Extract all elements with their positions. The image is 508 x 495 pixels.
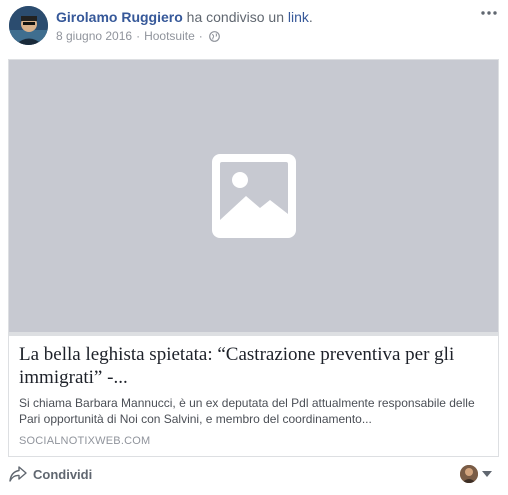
more-options-icon[interactable]: [480, 6, 498, 20]
meta-separator-2: ·: [198, 29, 203, 43]
author-avatar[interactable]: [9, 6, 48, 45]
post-meta: 8 giugno 2016 · Hootsuite ·: [56, 29, 220, 43]
link-preview[interactable]: La bella leghista spietata: “Castrazione…: [8, 59, 499, 457]
preview-image[interactable]: [9, 60, 498, 332]
share-label: Condividi: [33, 466, 93, 482]
preview-description: Si chiama Barbara Mannucci, è un ex depu…: [19, 396, 475, 426]
post-header: Girolamo Ruggiero ha condiviso un link.: [56, 9, 313, 25]
audience-selector[interactable]: [460, 465, 492, 483]
action-text: ha condiviso un: [182, 9, 288, 25]
preview-title[interactable]: La bella leghista spietata: “Castrazione…: [19, 343, 489, 389]
share-button[interactable]: Condividi: [9, 466, 92, 482]
period: .: [308, 9, 313, 25]
meta-separator: ·: [136, 29, 141, 43]
preview-domain: SOCIALNOTIXWEB.COM: [19, 435, 151, 447]
share-icon: [9, 466, 27, 482]
chevron-down-icon: [482, 471, 492, 477]
author-name[interactable]: Girolamo Ruggiero: [56, 9, 183, 25]
image-divider: [9, 332, 498, 336]
image-placeholder-icon: [211, 154, 296, 238]
link-word[interactable]: link: [288, 9, 309, 25]
post-card: Girolamo Ruggiero ha condiviso un link. …: [0, 0, 508, 495]
avatar: [460, 465, 478, 483]
via-app[interactable]: Hootsuite: [144, 29, 195, 43]
post-date[interactable]: 8 giugno 2016: [56, 29, 132, 43]
globe-icon[interactable]: [208, 30, 220, 42]
